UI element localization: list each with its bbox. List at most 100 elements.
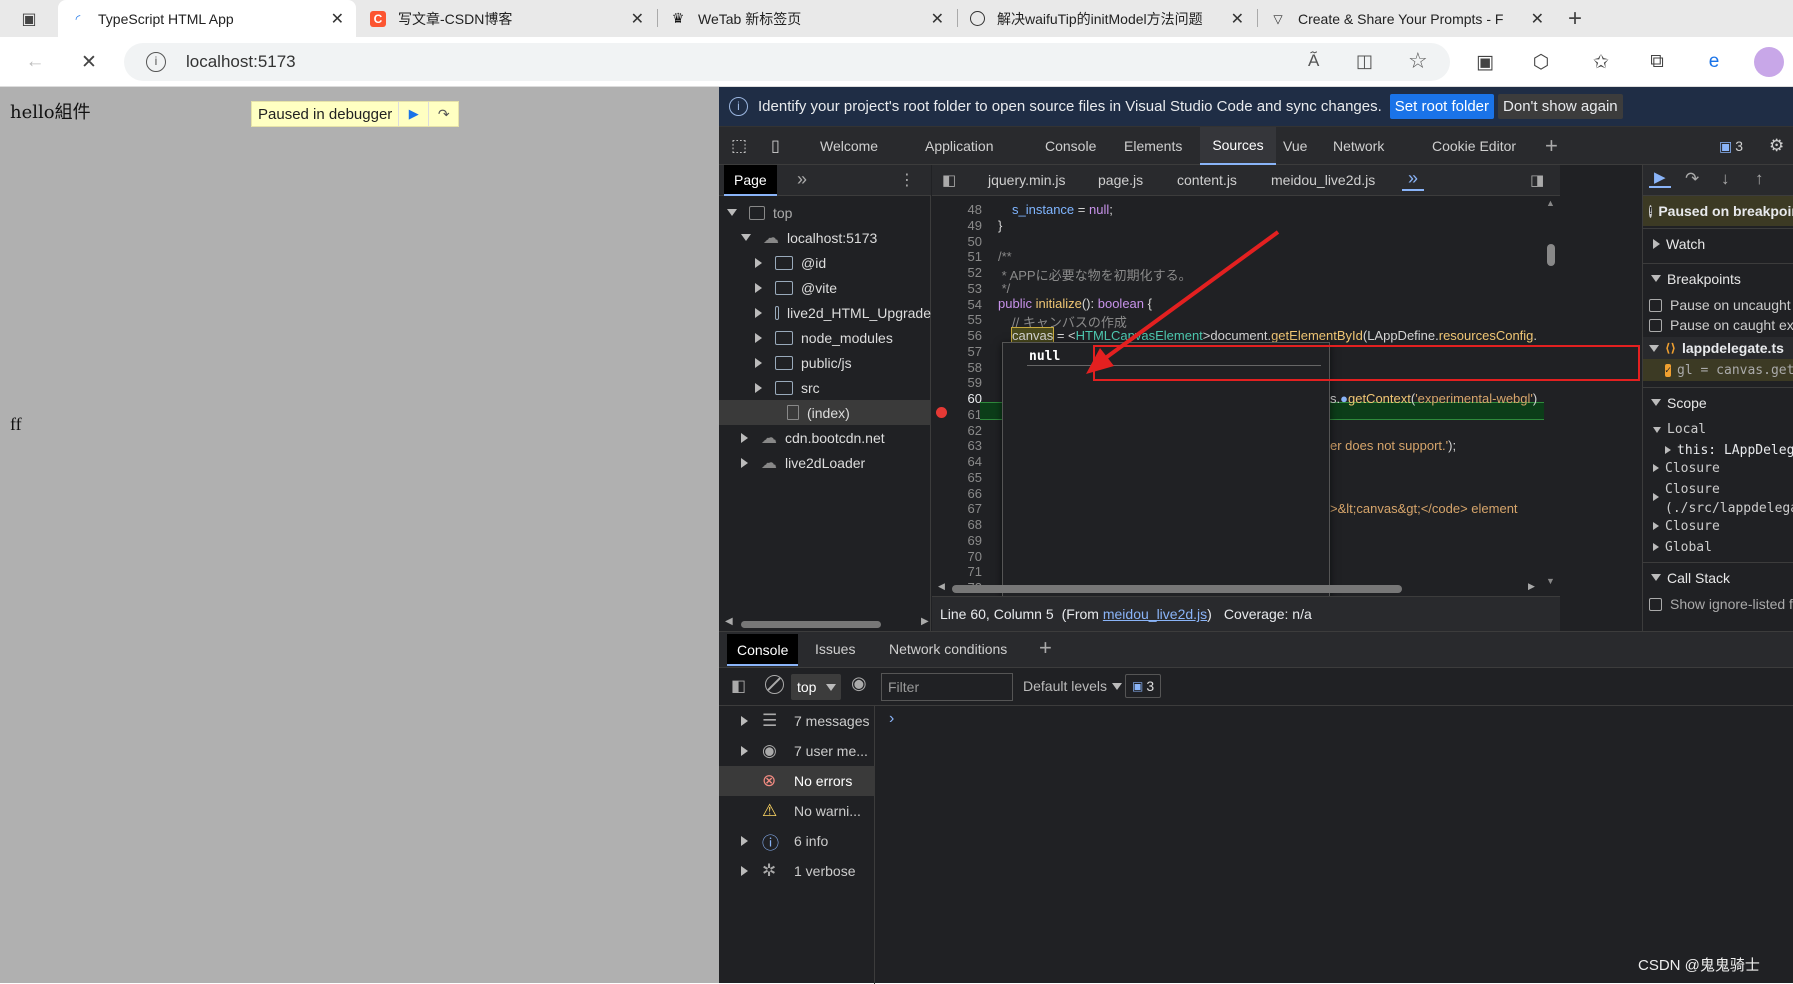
close-icon[interactable]: ✕	[931, 9, 944, 29]
site-info-icon[interactable]: i	[146, 52, 166, 72]
breakpoint-entry[interactable]: ✓gl = canvas.getContext(	[1643, 359, 1793, 381]
url-text[interactable]: localhost:5173	[186, 52, 296, 72]
close-icon[interactable]: ✕	[1531, 9, 1544, 29]
file-tab-meidou[interactable]: meidou_live2d.js	[1271, 172, 1375, 188]
log-levels-dropdown[interactable]: Default levels	[1023, 678, 1123, 694]
scope-closure-2[interactable]: Closure(./src/lappdelegate.ts)	[1653, 482, 1793, 517]
omnibox[interactable]: i localhost:5173 A᷉ ◫ ☆	[124, 43, 1450, 81]
line-number[interactable]: 59	[932, 375, 982, 390]
dont-show-again-button[interactable]: Don't show again	[1498, 94, 1623, 119]
section-call-stack[interactable]: Call Stack	[1643, 562, 1793, 592]
scope-this[interactable]: this: LAppDelegate	[1665, 443, 1793, 458]
console-filter-input[interactable]: Filter	[881, 673, 1013, 701]
profile-avatar[interactable]	[1754, 47, 1784, 77]
line-number[interactable]: 70	[932, 549, 982, 564]
toggle-navigator-icon[interactable]: ◧	[942, 171, 956, 189]
tree-item[interactable]: node_modules	[719, 325, 931, 350]
breakpoint-file-row[interactable]: ⟨⟩ lappdelegate.ts	[1643, 337, 1793, 359]
edge-icon[interactable]: e	[1699, 47, 1729, 77]
new-tab-icon[interactable]: +	[1560, 4, 1590, 34]
navigator-menu-icon[interactable]: ⋮	[899, 170, 915, 190]
tab-welcome[interactable]: Welcome	[820, 127, 878, 165]
tree-item[interactable]: @vite	[719, 275, 931, 300]
file-tab-page[interactable]: page.js	[1098, 172, 1143, 188]
line-number[interactable]: 54	[932, 297, 982, 312]
tree-item[interactable]: public/js	[719, 350, 931, 375]
line-number[interactable]: 56	[932, 328, 982, 343]
tree-item[interactable]: @id	[719, 250, 931, 275]
line-number[interactable]: 53	[932, 281, 982, 296]
scroll-up-icon[interactable]: ▲	[1546, 198, 1555, 208]
breakpoint-marker[interactable]	[936, 407, 947, 418]
section-scope[interactable]: Scope	[1643, 387, 1793, 417]
line-number[interactable]: 71	[932, 564, 982, 579]
step-over-icon[interactable]: ↷	[428, 102, 458, 126]
source-map-link[interactable]: meidou_live2d.js	[1103, 606, 1207, 622]
line-number[interactable]: 63	[932, 438, 982, 453]
tree-item[interactable]: top	[719, 200, 931, 225]
line-number[interactable]: 52	[932, 265, 982, 280]
line-number[interactable]: 57	[932, 344, 982, 359]
console-filter-item[interactable]: ⚠ No warni...	[719, 796, 875, 826]
tree-item[interactable]: ☁ live2dLoader	[719, 450, 931, 475]
drawer-add-tab-icon[interactable]: +	[1039, 635, 1052, 661]
resume-icon[interactable]: ▶	[398, 102, 428, 126]
section-watch[interactable]: Watch	[1643, 228, 1793, 258]
scroll-left-icon[interactable]: ◀	[938, 581, 945, 592]
line-number[interactable]: 49	[932, 218, 982, 233]
favorite-star-icon[interactable]: ☆	[1408, 48, 1428, 74]
clear-console-icon[interactable]	[765, 675, 784, 694]
step-over-icon[interactable]: ↷	[1685, 169, 1699, 189]
line-number[interactable]: 65	[932, 470, 982, 485]
console-filter-item[interactable]: ☰ 7 messages	[719, 706, 875, 736]
file-tab-jquery[interactable]: jquery.min.js	[988, 172, 1066, 188]
extension-icon[interactable]: ▣	[1470, 47, 1500, 77]
tab-network[interactable]: Network	[1333, 127, 1384, 165]
console-prompt[interactable]: ›	[889, 710, 894, 728]
tree-item[interactable]: ☁ localhost:5173	[719, 225, 931, 250]
line-number[interactable]: 60	[932, 391, 982, 406]
tab-csdn[interactable]: C 写文章-CSDN博客 ✕	[358, 0, 656, 37]
scroll-down-icon[interactable]: ▼	[1546, 576, 1555, 586]
split-screen-icon[interactable]: ◫	[1356, 51, 1373, 72]
console-issues-badge[interactable]: ▣ 3	[1125, 674, 1162, 698]
live-expression-eye-icon[interactable]: ◉	[851, 673, 867, 694]
editor-hscroll-track[interactable]: ◀ ▶	[932, 581, 1544, 595]
line-number[interactable]: 58	[932, 360, 982, 375]
line-number[interactable]: 69	[932, 533, 982, 548]
console-filter-item[interactable]: ⊗ No errors	[719, 766, 875, 796]
toggle-debugger-icon[interactable]: ◨	[1530, 171, 1544, 189]
set-root-folder-button[interactable]: Set root folder	[1389, 94, 1495, 119]
pause-uncaught-checkbox[interactable]: Pause on uncaught exceptions	[1649, 297, 1793, 313]
tab-console[interactable]: Console	[1045, 127, 1096, 165]
inspect-element-icon[interactable]: ⬚	[731, 127, 747, 165]
stop-icon[interactable]: ✕	[74, 47, 104, 77]
tab-typescript-app[interactable]: ◜ TypeScript HTML App ✕	[58, 0, 356, 37]
code-area[interactable]: 48 49 50 51 52 53 54 55 56 57 58 59 60 61 62 63 64 65 66 67…	[932, 196, 1560, 596]
line-number[interactable]: 51	[932, 249, 982, 264]
line-gutter[interactable]: 48 49 50 51 52 53 54 55 56 57 58 59 60 61 62 63 64 65 66 67…	[932, 196, 992, 596]
line-number[interactable]: 55	[932, 312, 982, 327]
more-tabs-plus-icon[interactable]: +	[1545, 127, 1558, 165]
pause-caught-checkbox[interactable]: Pause on caught exceptions	[1649, 317, 1793, 333]
scroll-right-icon[interactable]: ▶	[1528, 581, 1535, 592]
console-filter-item[interactable]: ◉ 7 user me...	[719, 736, 875, 766]
resume-icon[interactable]: ▶	[1649, 168, 1671, 188]
drawer-tab-console[interactable]: Console	[727, 634, 799, 666]
close-icon[interactable]: ✕	[1231, 9, 1244, 29]
line-number[interactable]: 67	[932, 501, 982, 516]
line-number[interactable]: 64	[932, 454, 982, 469]
settings-gear-icon[interactable]: ⚙	[1769, 127, 1784, 165]
tree-item[interactable]: src	[719, 375, 931, 400]
navigator-tab-page[interactable]: Page	[724, 165, 777, 196]
tab-actions-icon[interactable]: ▣	[14, 4, 44, 34]
console-filter-item[interactable]: ⓘ 6 info	[719, 826, 875, 856]
tab-prompts[interactable]: ▽ Create & Share Your Prompts - F ✕	[1258, 0, 1556, 37]
favorites-icon[interactable]: ✩	[1586, 47, 1616, 77]
navigator-scrollbar[interactable]: ◀ ▶	[725, 616, 931, 629]
issues-counter[interactable]: ▣ 3	[1719, 127, 1743, 165]
tab-wetab[interactable]: ♛ WeTab 新标签页 ✕	[658, 0, 956, 37]
tab-waifu[interactable]: 解决waifuTip的initModel方法问题 ✕	[958, 0, 1256, 37]
scope-local[interactable]: Local	[1653, 422, 1706, 437]
navigator-more-icon[interactable]: »	[797, 169, 807, 190]
